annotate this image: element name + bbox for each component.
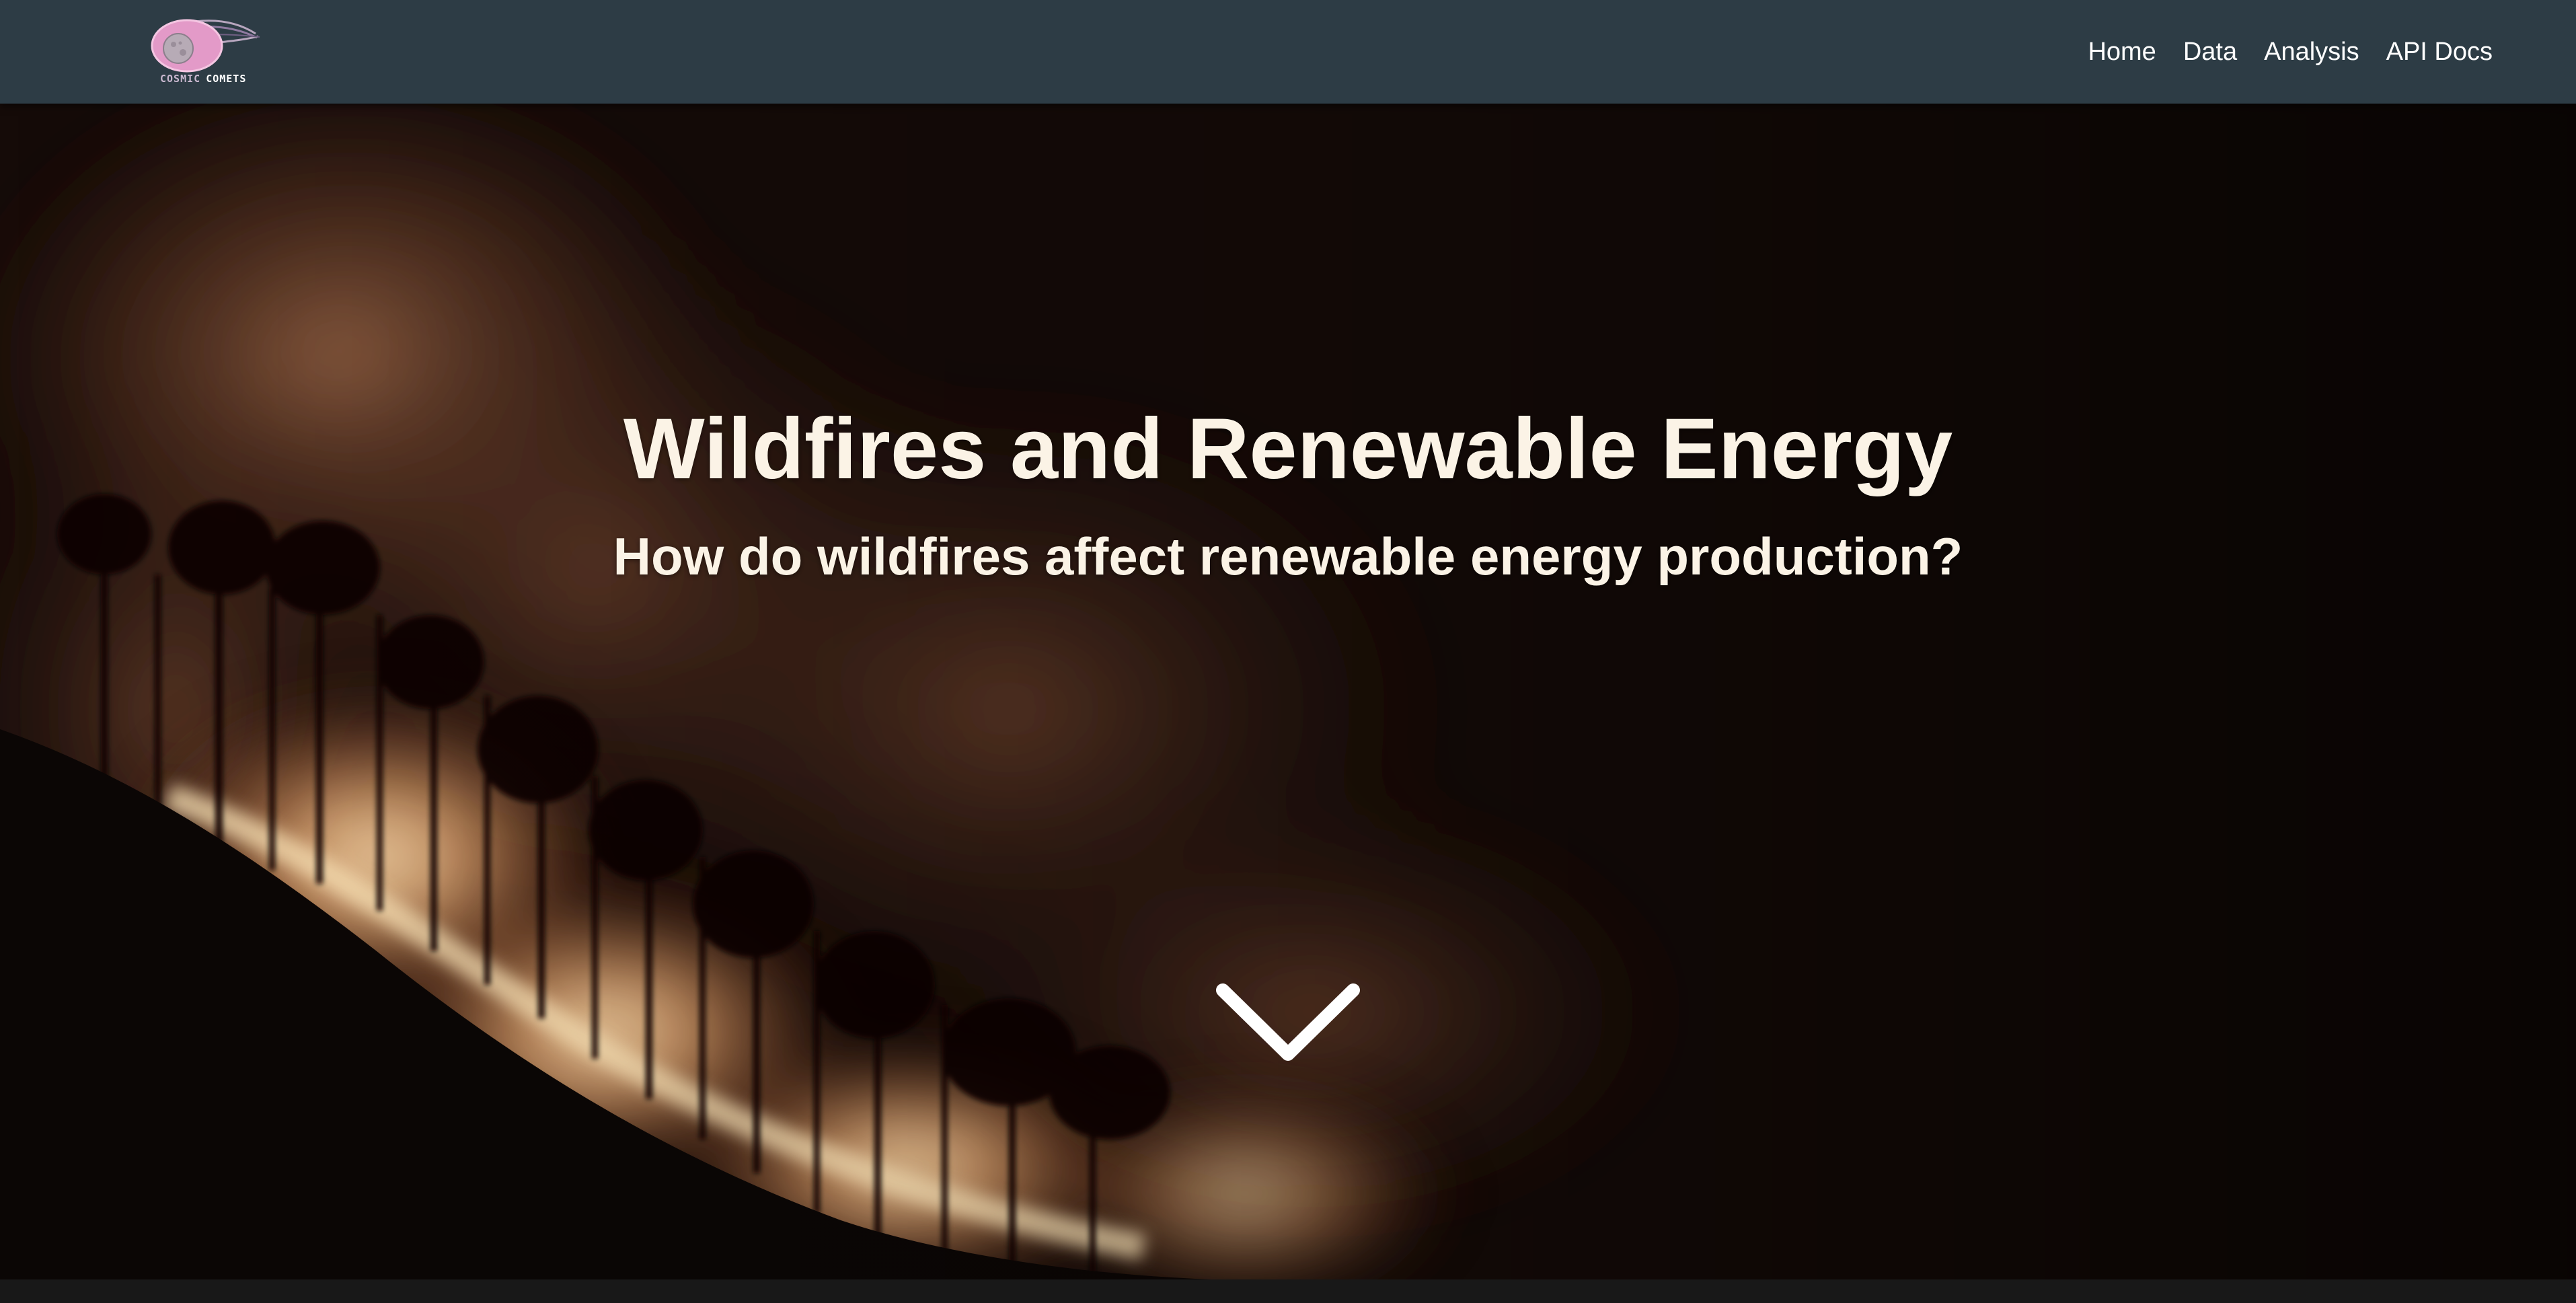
page-bottom-edge: [0, 1279, 2576, 1303]
nav-api-docs-link[interactable]: API Docs: [2386, 38, 2493, 67]
scroll-down-button[interactable]: [1211, 977, 1365, 1078]
page: COSMIC COMETS Home Data Analysis API Docs: [0, 0, 2576, 1303]
nav-links: Home Data Analysis API Docs: [2088, 0, 2493, 104]
hero-subtitle: How do wildfires affect renewable energy…: [613, 527, 1963, 586]
chevron-down-icon: [1216, 983, 1360, 1061]
logo-text: COSMIC COMETS: [160, 73, 246, 85]
hero-title: Wildfires and Renewable Energy: [623, 401, 1953, 497]
logo-word-comets: COMETS: [206, 73, 247, 85]
navbar: COSMIC COMETS Home Data Analysis API Docs: [0, 0, 2576, 104]
wildfire-background-image: [0, 104, 2576, 1279]
hero-section: Wildfires and Renewable Energy How do wi…: [0, 104, 2576, 1279]
cosmic-comets-logo[interactable]: COSMIC COMETS: [148, 15, 262, 90]
comet-icon: [151, 19, 260, 73]
nav-home-link[interactable]: Home: [2088, 38, 2156, 67]
nav-analysis-link[interactable]: Analysis: [2264, 38, 2359, 67]
logo-word-cosmic: COSMIC: [160, 73, 201, 85]
nav-data-link[interactable]: Data: [2183, 38, 2237, 67]
